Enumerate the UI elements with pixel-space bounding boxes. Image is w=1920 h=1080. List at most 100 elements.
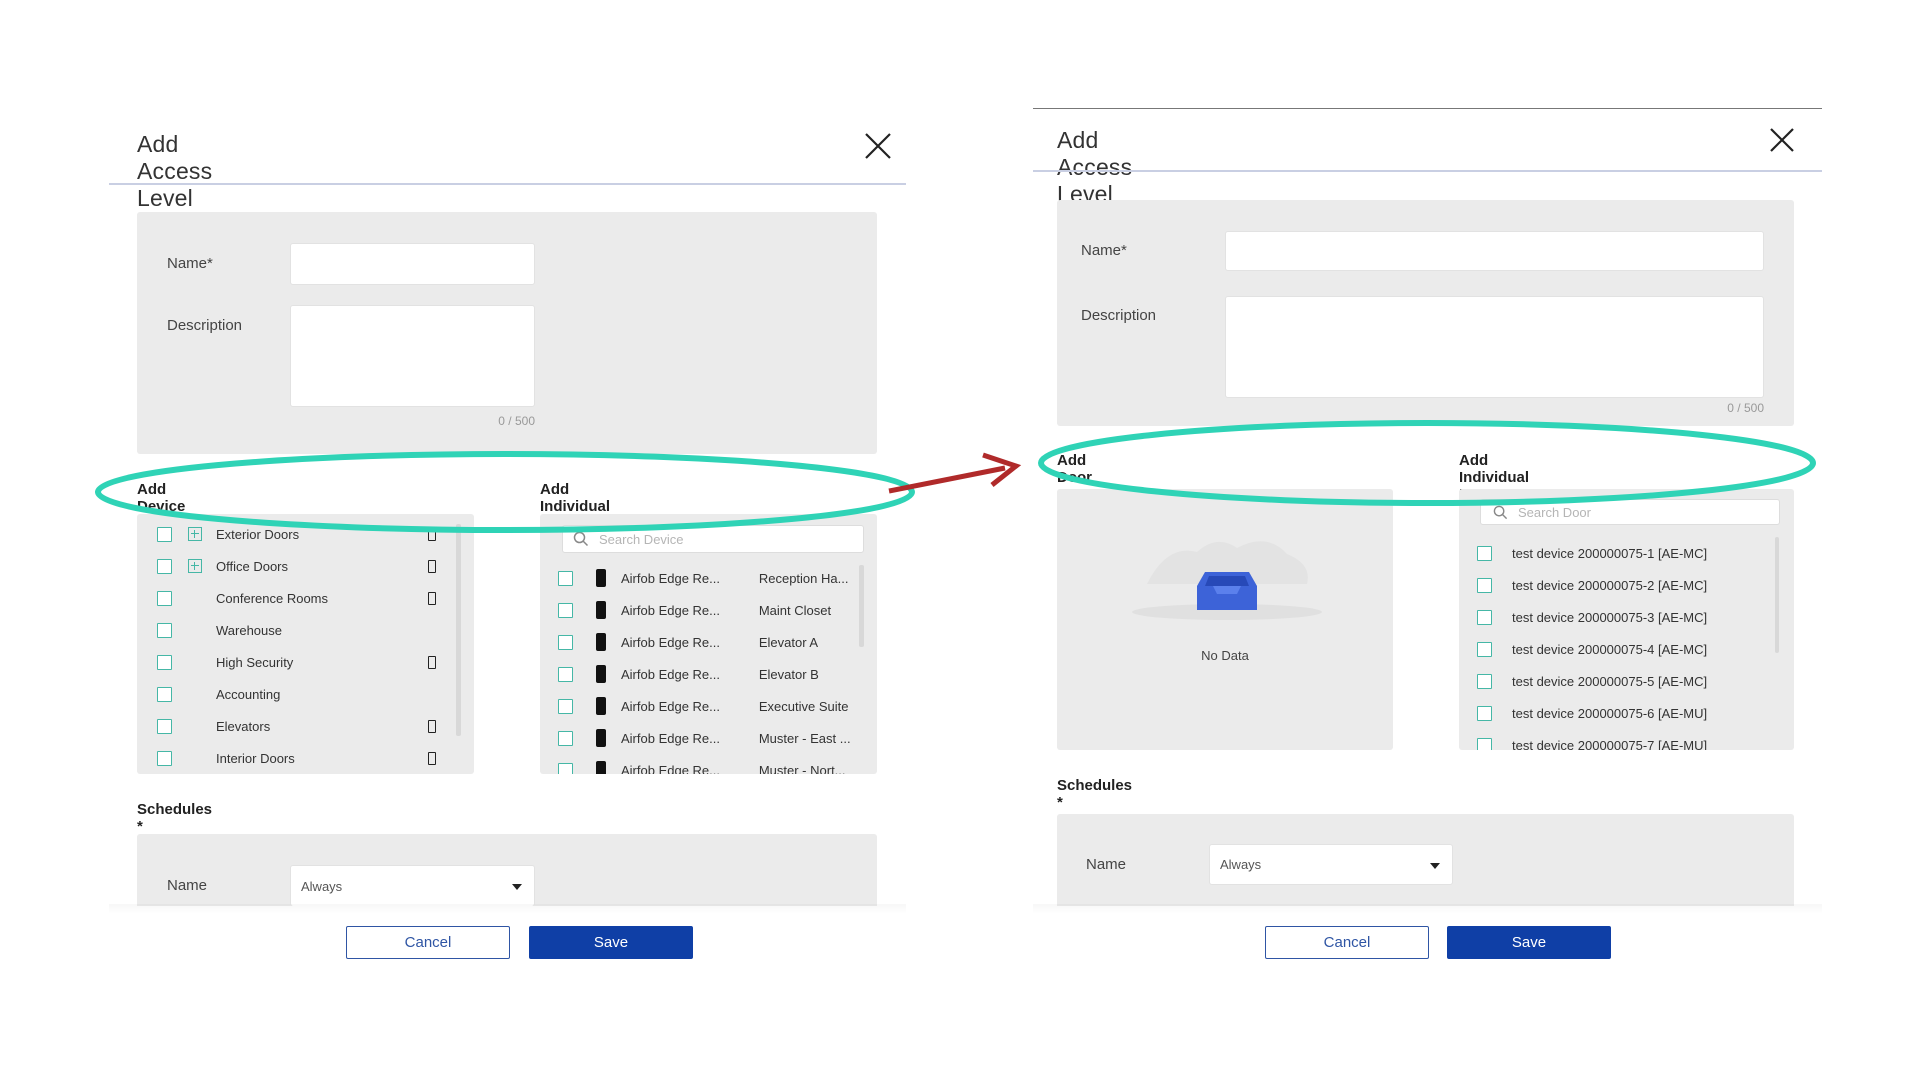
group-label: Office Doors <box>216 558 289 574</box>
device-name: Airfob Edge Re... <box>621 698 720 714</box>
list-item[interactable]: Exterior Doors <box>157 522 457 546</box>
checkbox[interactable] <box>157 718 172 734</box>
save-button[interactable]: Save <box>529 926 693 959</box>
close-icon[interactable] <box>863 131 893 161</box>
group-label: Elevators <box>216 718 271 734</box>
schedule-select[interactable]: Always <box>1209 844 1453 885</box>
table-row[interactable]: Airfob Edge Re... Elevator A <box>558 630 858 654</box>
door-label: test device 200000075-4 [AE-MC] <box>1512 641 1708 657</box>
name-input[interactable] <box>1225 231 1764 271</box>
list-item[interactable]: test device 200000075-6 [AE-MU] <box>1477 701 1767 725</box>
device-icon <box>428 655 436 669</box>
device-location: Muster - Nort... <box>758 762 846 775</box>
chevron-down-icon <box>1430 862 1440 869</box>
list-item[interactable]: test device 200000075-4 [AE-MC] <box>1477 637 1767 661</box>
search-icon <box>1493 505 1508 519</box>
list-item[interactable]: Office Doors <box>157 554 457 578</box>
schedule-name-label: Name <box>1086 856 1127 873</box>
devices-scrollbar[interactable] <box>859 565 864 647</box>
cancel-button[interactable]: Cancel <box>346 926 510 959</box>
schedules-title: Schedules * <box>137 801 213 835</box>
save-button[interactable]: Save <box>1447 926 1611 959</box>
search-device-input[interactable]: Search Device <box>562 525 864 553</box>
list-item[interactable]: Conference Rooms <box>157 586 457 610</box>
list-item[interactable]: test device 200000075-7 [AE-MU] <box>1477 733 1767 750</box>
list-item[interactable]: Elevators <box>157 714 457 738</box>
door-groups-list: No Data <box>1057 489 1393 750</box>
checkbox[interactable] <box>1477 545 1492 561</box>
expand-icon[interactable] <box>188 559 202 573</box>
checkbox[interactable] <box>558 762 573 774</box>
checkbox[interactable] <box>558 634 573 650</box>
group-label: Exterior Doors <box>216 526 300 542</box>
checkbox[interactable] <box>157 622 172 638</box>
checkbox[interactable] <box>157 590 172 606</box>
modal-top-border <box>1033 108 1822 109</box>
description-counter: 0 / 500 <box>1727 401 1764 415</box>
device-location: Elevator B <box>758 666 819 682</box>
checkbox[interactable] <box>157 558 172 574</box>
device-icon <box>596 761 606 774</box>
table-row[interactable]: Airfob Edge Re... Muster - East ... <box>558 726 858 750</box>
search-door-input[interactable]: Search Door <box>1480 499 1780 525</box>
individual-doors-list: Search Door test device 200000075-1 [AE-… <box>1459 489 1794 750</box>
device-icon <box>596 697 606 715</box>
checkbox[interactable] <box>558 570 573 586</box>
device-groups-list: Exterior Doors Office Doors Conference Roo… <box>137 514 474 774</box>
checkbox[interactable] <box>157 750 172 766</box>
description-label: Description <box>167 317 243 334</box>
schedule-select[interactable]: Always <box>290 865 535 906</box>
list-item[interactable]: Interior Doors <box>157 746 457 770</box>
footer-shadow <box>109 904 906 914</box>
checkbox[interactable] <box>558 602 573 618</box>
list-item[interactable]: test device 200000075-5 [AE-MC] <box>1477 669 1767 693</box>
device-location: Maint Closet <box>758 602 832 618</box>
checkbox[interactable] <box>1477 609 1492 625</box>
table-row[interactable]: Airfob Edge Re... Executive Suite <box>558 694 858 718</box>
group-label: Interior Doors <box>216 750 295 766</box>
groups-scrollbar[interactable] <box>456 524 461 736</box>
checkbox[interactable] <box>558 698 573 714</box>
list-item[interactable]: test device 200000075-2 [AE-MC] <box>1477 573 1767 597</box>
list-item[interactable]: test device 200000075-3 [AE-MC] <box>1477 605 1767 629</box>
header-divider <box>1033 170 1822 172</box>
device-location: Muster - East ... <box>758 730 851 746</box>
checkbox[interactable] <box>1477 673 1492 689</box>
expand-icon[interactable] <box>188 527 202 541</box>
table-row[interactable]: Airfob Edge Re... Elevator B <box>558 662 858 686</box>
description-input[interactable] <box>290 305 535 407</box>
group-label: Conference Rooms <box>216 590 328 606</box>
checkbox[interactable] <box>1477 737 1492 750</box>
checkbox[interactable] <box>157 526 172 542</box>
checkbox[interactable] <box>558 666 573 682</box>
checkbox[interactable] <box>1477 577 1492 593</box>
list-item[interactable]: Warehouse <box>157 618 457 642</box>
checkbox[interactable] <box>1477 705 1492 721</box>
description-counter: 0 / 500 <box>498 414 535 428</box>
table-row[interactable]: Airfob Edge Re... Muster - Nort... <box>558 758 858 774</box>
description-input[interactable] <box>1225 296 1764 398</box>
list-item[interactable]: High Security <box>157 650 457 674</box>
table-row[interactable]: Airfob Edge Re... Maint Closet <box>558 598 858 622</box>
header-divider <box>109 183 906 185</box>
doors-scrollbar[interactable] <box>1775 537 1779 653</box>
search-icon <box>573 531 589 547</box>
device-name: Airfob Edge Re... <box>621 634 720 650</box>
table-row[interactable]: Airfob Edge Re... Reception Ha... <box>558 566 858 590</box>
checkbox[interactable] <box>157 654 172 670</box>
name-input[interactable] <box>290 243 535 285</box>
door-label: test device 200000075-5 [AE-MC] <box>1512 673 1708 689</box>
list-item[interactable]: test device 200000075-1 [AE-MC] <box>1477 541 1767 565</box>
footer-shadow <box>1033 904 1822 914</box>
cancel-button[interactable]: Cancel <box>1265 926 1429 959</box>
schedule-value: Always <box>301 878 343 894</box>
empty-inbox-icon <box>1132 541 1322 620</box>
close-icon[interactable] <box>1768 126 1796 154</box>
checkbox[interactable] <box>1477 641 1492 657</box>
device-icon <box>596 665 606 683</box>
checkbox[interactable] <box>157 686 172 702</box>
device-icon <box>596 569 606 587</box>
checkbox[interactable] <box>558 730 573 746</box>
device-icon <box>428 719 436 733</box>
list-item[interactable]: Accounting <box>157 682 457 706</box>
